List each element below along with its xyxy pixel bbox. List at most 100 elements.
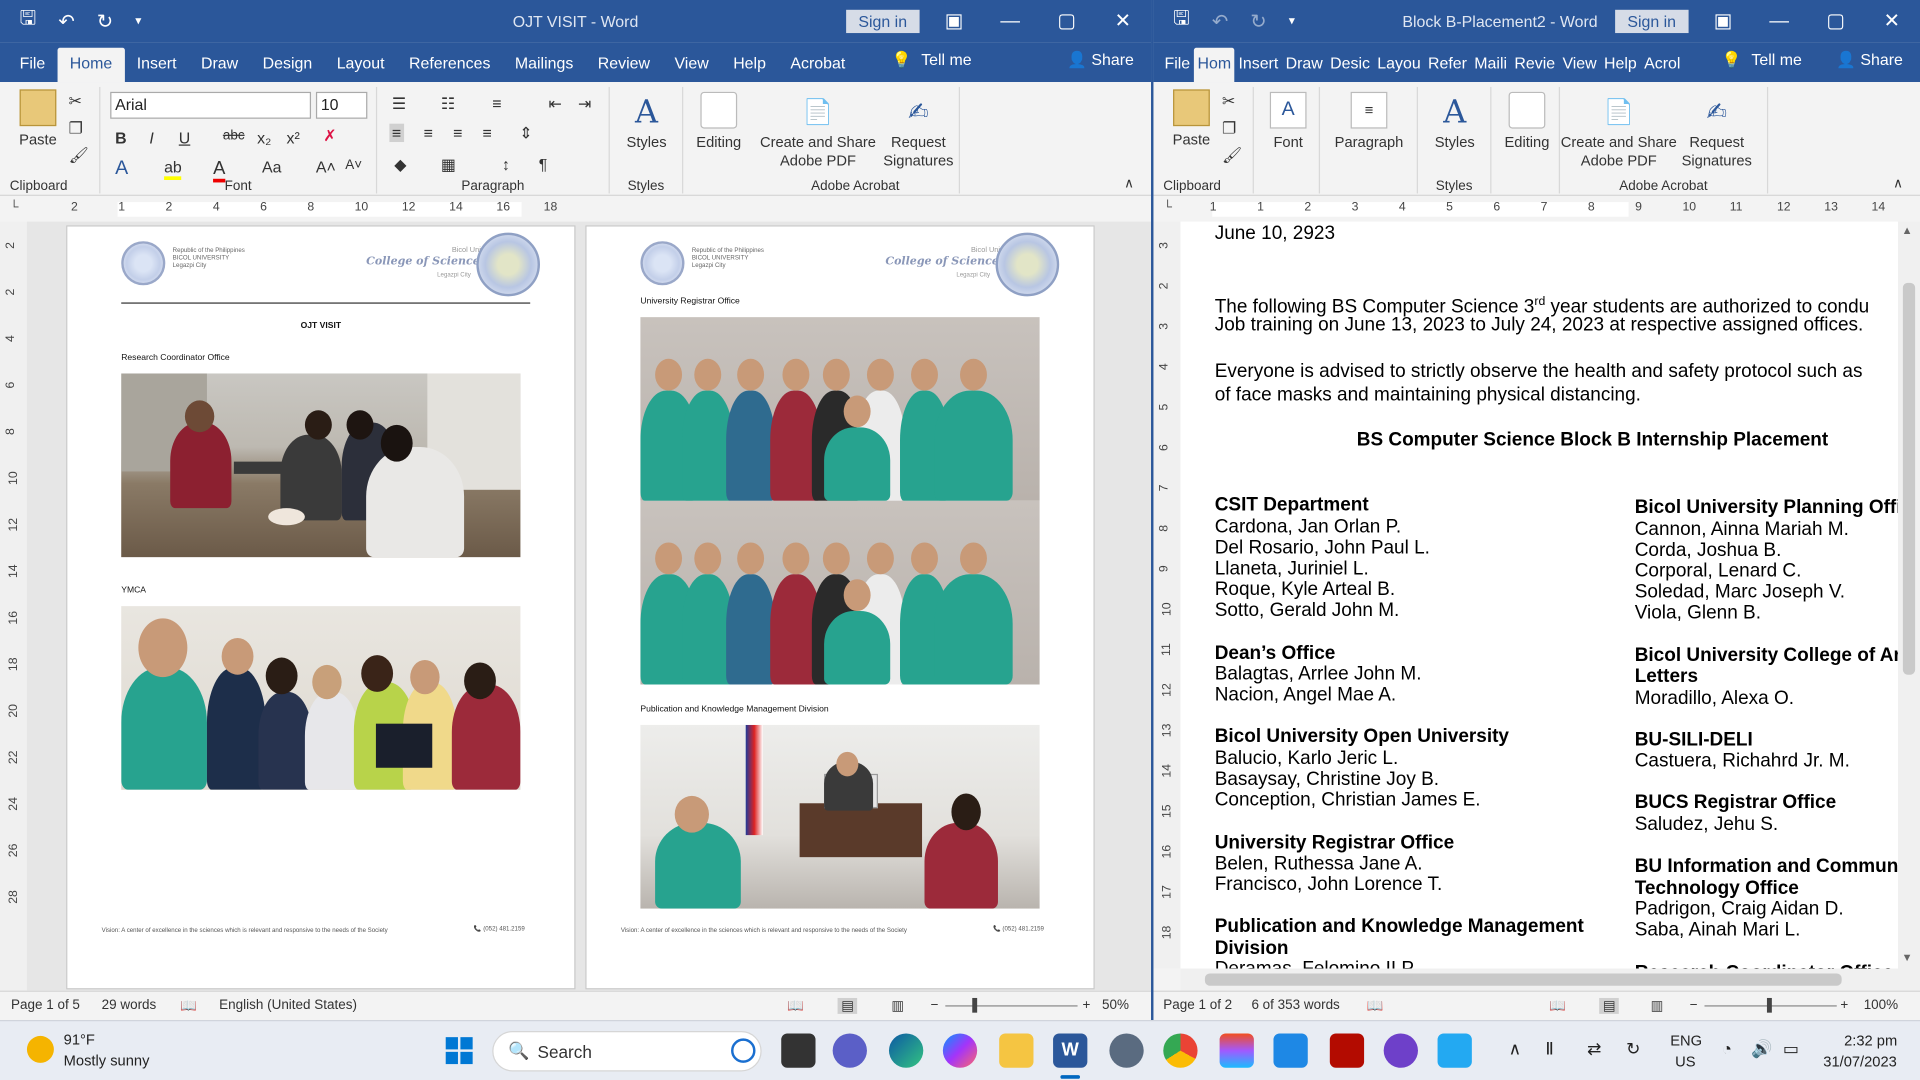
volume-icon[interactable]: 🔊 (1751, 1038, 1772, 1059)
numbering-icon[interactable]: ☷ (441, 94, 455, 114)
tab-selector-icon[interactable]: └ (10, 201, 19, 214)
scroll-down-icon[interactable]: ▼ (1902, 951, 1913, 963)
subscript-button[interactable]: x₂ (257, 129, 271, 147)
redo-icon[interactable]: ↻ (97, 9, 113, 33)
line-spacing-icon[interactable]: ⇕ (519, 124, 532, 144)
proofing-icon[interactable]: 📖 (1367, 998, 1384, 1014)
minimize-button[interactable]: — (982, 0, 1038, 43)
weather-temp[interactable]: 91°F (64, 1031, 95, 1048)
shrink-font-icon[interactable]: A˅ (345, 158, 362, 173)
task-view-icon[interactable] (781, 1033, 816, 1068)
tab-desic[interactable]: Desic (1326, 48, 1373, 82)
copy-icon[interactable]: ❐ (69, 119, 83, 139)
save-icon[interactable]: 🖫 (20, 5, 37, 38)
tab-layou[interactable]: Layou (1374, 48, 1425, 82)
tray-settings-icon[interactable]: ⇄ (1587, 1038, 1601, 1059)
zoom-level[interactable]: 100% (1864, 998, 1898, 1013)
bold-button[interactable]: B (115, 129, 126, 147)
tell-me-box[interactable]: Tell me (1751, 50, 1801, 70)
vertical-scrollbar[interactable]: ▲ ▼ (1897, 221, 1920, 991)
sign-in-button[interactable]: Sign in (846, 9, 920, 34)
highlight-icon[interactable]: ab (164, 158, 182, 181)
strikethrough-button[interactable]: abc (223, 129, 245, 144)
zoom-in-button[interactable]: + (1082, 998, 1090, 1013)
ribbon-display-icon[interactable]: ▣ (1695, 0, 1751, 43)
align-center-icon[interactable]: ≡ (424, 124, 433, 142)
customize-qat-icon[interactable]: ▾ (135, 15, 141, 28)
file-explorer-icon[interactable] (999, 1033, 1034, 1068)
tab-layout[interactable]: Layout (324, 48, 396, 82)
document-area[interactable]: Republic of the Philippines BICOL UNIVER… (26, 221, 1152, 991)
tab-file[interactable]: File (1161, 48, 1194, 82)
print-layout-icon[interactable]: ▤ (1599, 997, 1620, 1014)
language-status[interactable]: English (United States) (219, 998, 357, 1013)
styles-button[interactable]: A Styles (1428, 92, 1482, 152)
acrobat-icon[interactable] (1329, 1033, 1365, 1068)
zoom-level[interactable]: 50% (1102, 998, 1129, 1013)
read-mode-icon[interactable]: 📖 (1549, 998, 1566, 1014)
tab-revie[interactable]: Revie (1511, 48, 1559, 82)
customize-qat-icon[interactable]: ▾ (1289, 15, 1295, 28)
tab-design[interactable]: Design (250, 48, 324, 82)
font-name-box[interactable]: Arial (110, 91, 312, 119)
tab-draw[interactable]: Draw (1282, 48, 1327, 82)
language-eng[interactable]: ENG (1670, 1032, 1702, 1049)
zoom-slider-thumb[interactable] (1766, 997, 1772, 1013)
scroll-up-icon[interactable]: ▲ (1902, 224, 1913, 236)
web-layout-icon[interactable]: ▥ (891, 998, 904, 1014)
wifi-icon[interactable]: ◔ (1722, 1038, 1732, 1058)
align-right-icon[interactable]: ≡ (453, 124, 462, 142)
close-button[interactable]: ✕ (1095, 0, 1151, 43)
tray-overflow-icon[interactable]: ∧ (1509, 1038, 1522, 1059)
page-count[interactable]: Page 1 of 2 (1163, 998, 1232, 1013)
page-count[interactable]: Page 1 of 5 (11, 998, 80, 1013)
tab-hom[interactable]: Hom (1193, 47, 1235, 83)
font-button[interactable]: A Font (1261, 91, 1315, 152)
figma-icon[interactable] (1219, 1033, 1254, 1068)
zoom-slider-thumb[interactable] (972, 997, 978, 1013)
format-painter-icon[interactable]: 🖌 (1222, 146, 1242, 166)
tab-refer[interactable]: Refer (1424, 48, 1470, 82)
zoom-in-button[interactable]: + (1840, 998, 1848, 1013)
tab-view[interactable]: View (1559, 48, 1601, 82)
tab-help[interactable]: Help (721, 48, 778, 82)
tell-me-box[interactable]: Tell me (921, 50, 971, 70)
styles-button[interactable]: A Styles (620, 92, 674, 152)
tab-selector-icon[interactable]: └ (1163, 201, 1172, 214)
word-count[interactable]: 29 words (102, 998, 157, 1013)
tray-app-icon[interactable]: Ⅱ (1545, 1038, 1553, 1059)
undo-icon[interactable]: ↶ (1212, 9, 1228, 33)
request-signatures-button[interactable]: ✍ Request Signatures (879, 92, 957, 170)
cut-icon[interactable]: ✂ (69, 92, 82, 112)
tab-acrol[interactable]: Acrol (1640, 48, 1684, 82)
format-painter-icon[interactable]: 🖌 (69, 146, 89, 166)
proofing-icon[interactable]: 📖 (180, 998, 197, 1014)
underline-button[interactable]: U (179, 129, 190, 147)
shading-icon[interactable]: ◆ (394, 156, 406, 176)
weather-desc[interactable]: Mostly sunny (64, 1052, 150, 1069)
chrome-icon[interactable] (1163, 1033, 1198, 1068)
grow-font-icon[interactable]: A˄ (316, 158, 336, 176)
maximize-button[interactable]: ▢ (1038, 0, 1094, 43)
text-effects-icon[interactable]: A (115, 158, 128, 180)
start-button[interactable] (445, 1037, 473, 1065)
settings-gear-icon[interactable] (1109, 1033, 1144, 1068)
collapse-ribbon-icon[interactable]: ∧ (1893, 175, 1903, 191)
clock-date[interactable]: 31/07/2023 (1823, 1053, 1897, 1070)
request-signatures-button[interactable]: ✍ Request Signatures (1678, 92, 1756, 170)
tab-mailings[interactable]: Mailings (503, 48, 586, 82)
tab-view[interactable]: View (662, 48, 721, 82)
maximize-button[interactable]: ▢ (1807, 0, 1863, 43)
tab-draw[interactable]: Draw (189, 48, 251, 82)
tab-home[interactable]: Home (57, 47, 125, 83)
create-share-pdf-button[interactable]: 📄 Create and Share Adobe PDF (1560, 92, 1678, 170)
clock-time[interactable]: 2:32 pm (1844, 1032, 1897, 1049)
read-mode-icon[interactable]: 📖 (787, 998, 804, 1014)
paste-button[interactable]: Paste (1168, 89, 1215, 149)
tab-acrobat[interactable]: Acrobat (778, 48, 857, 82)
copy-icon[interactable]: ❐ (1222, 119, 1236, 139)
increase-indent-icon[interactable]: ⇥ (578, 94, 591, 114)
horizontal-scrollbar[interactable] (1180, 968, 1898, 991)
zoom-out-button[interactable]: − (931, 998, 939, 1013)
share-button[interactable]: 👤 Share (1836, 50, 1903, 70)
